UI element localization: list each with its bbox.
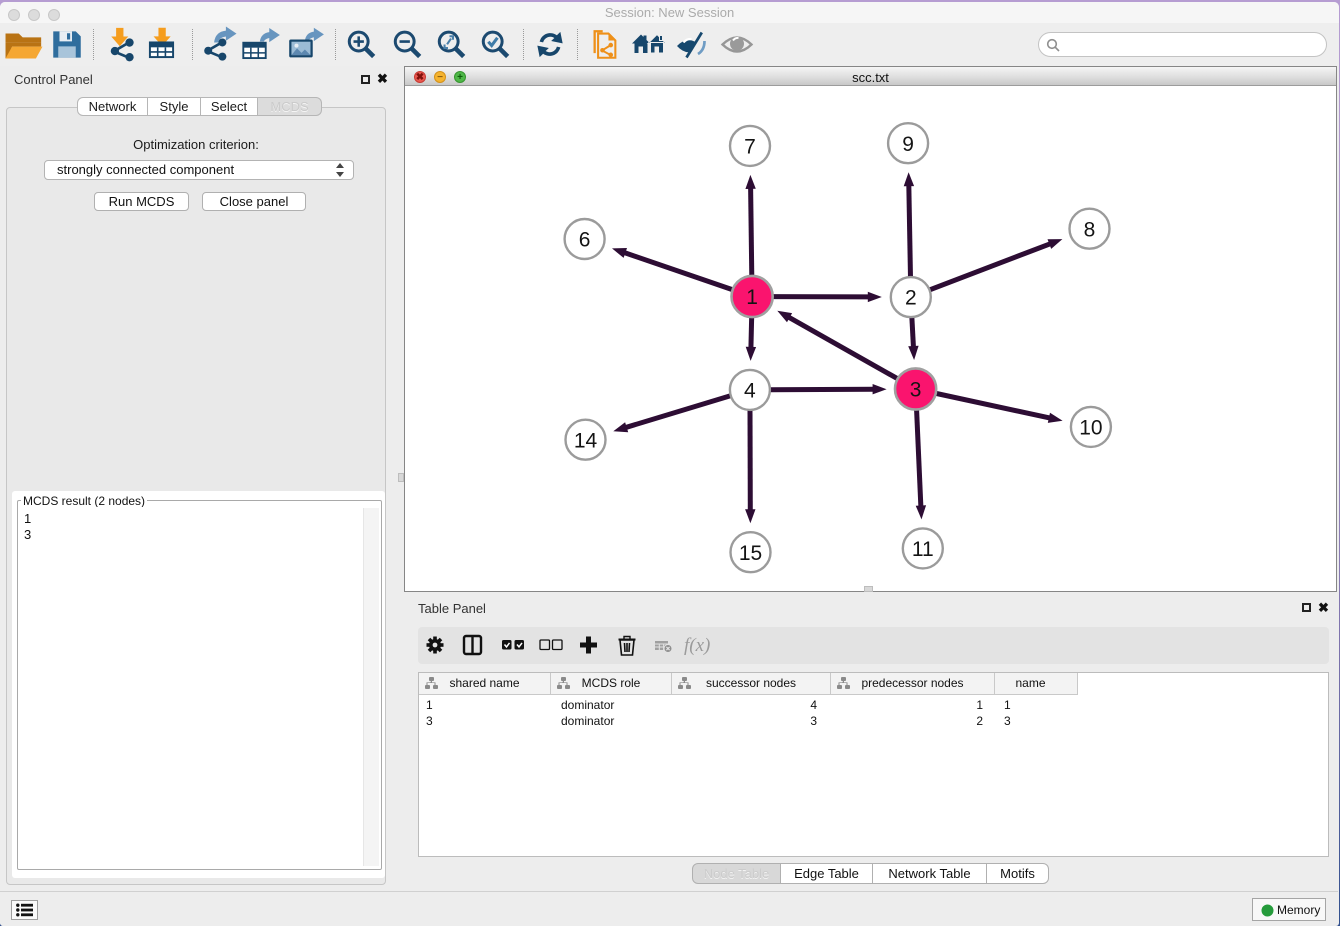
svg-text:1: 1 — [746, 286, 758, 309]
svg-text:f(x): f(x) — [684, 635, 710, 656]
svg-text:8: 8 — [1084, 218, 1096, 241]
svg-text:11: 11 — [912, 538, 934, 561]
svg-text:3: 3 — [910, 379, 922, 402]
svg-text:2: 2 — [905, 287, 917, 310]
svg-text:6: 6 — [579, 229, 591, 252]
svg-text:10: 10 — [1079, 417, 1102, 440]
svg-text:7: 7 — [744, 136, 756, 159]
svg-text:9: 9 — [902, 133, 914, 156]
svg-text:4: 4 — [744, 380, 756, 403]
svg-text:15: 15 — [739, 542, 762, 565]
svg-text:14: 14 — [574, 429, 598, 452]
